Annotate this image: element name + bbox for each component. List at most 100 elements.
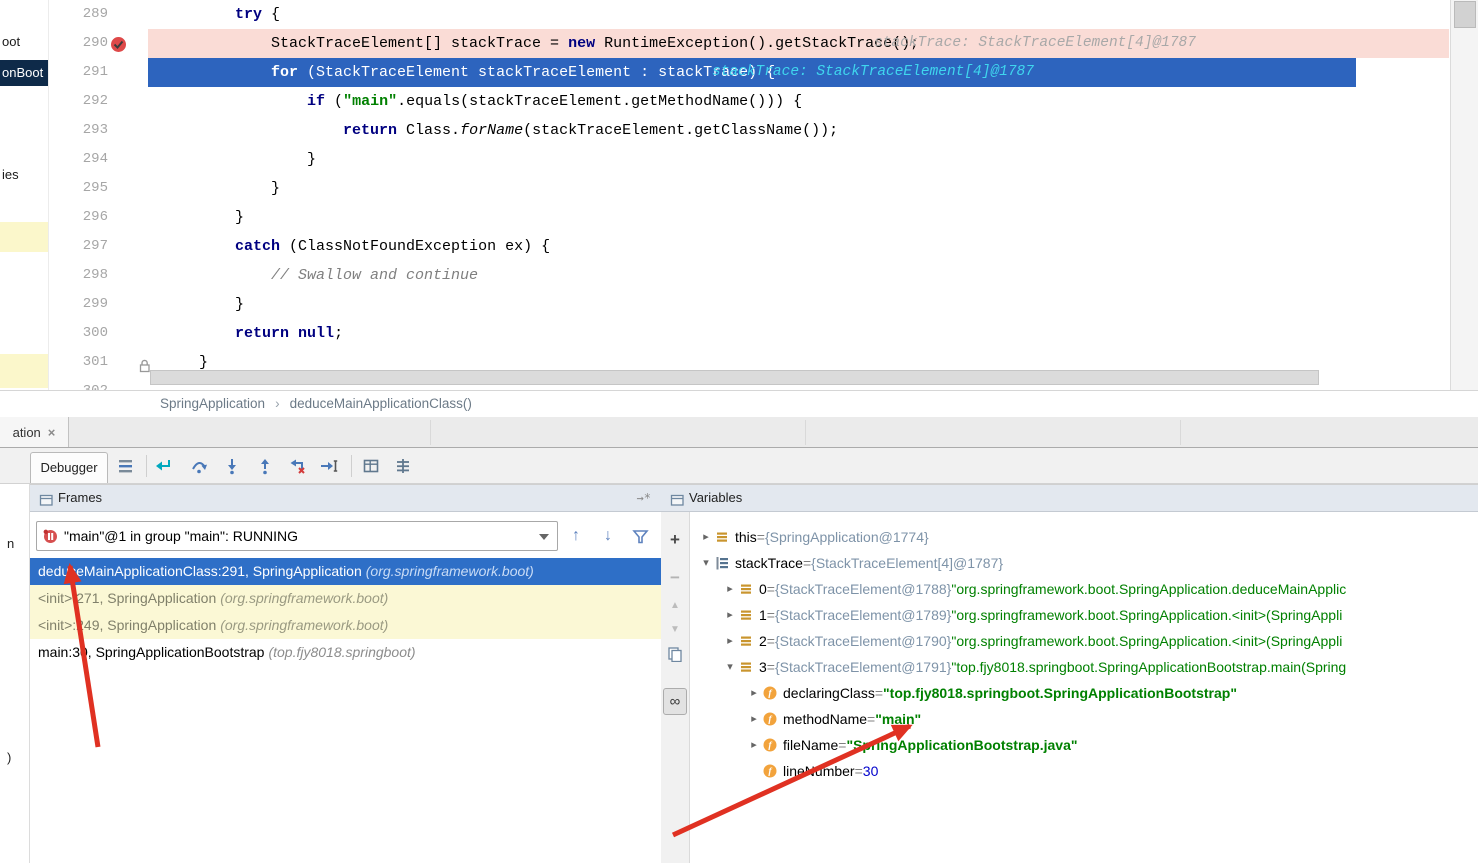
object-reference: {StackTraceElement@1789} xyxy=(775,602,951,628)
scrollbar-thumb[interactable] xyxy=(1454,1,1476,28)
equals-sign: = xyxy=(838,732,846,758)
variable-row-2[interactable]: ▸2 = {StackTraceElement@1790} "org.sprin… xyxy=(690,628,1478,654)
code-line-290[interactable]: 290 StackTraceElement[] stackTrace = new… xyxy=(0,29,1450,58)
code-line-293[interactable]: 293 return Class.forName(stackTraceEleme… xyxy=(0,116,1450,145)
close-icon[interactable]: × xyxy=(48,425,56,440)
variable-row-fileName[interactable]: ▸ffileName = "SpringApplicationBootstrap… xyxy=(690,732,1478,758)
add-watch-icon[interactable]: + xyxy=(661,530,689,550)
code-line-292[interactable]: 292 if ("main".equals(stackTraceElement.… xyxy=(0,87,1450,116)
stripe-label-partial[interactable]: n xyxy=(7,536,14,551)
variable-row-3[interactable]: ▾3 = {StackTraceElement@1791} "top.fjy80… xyxy=(690,654,1478,680)
chevron-right-icon[interactable]: ▸ xyxy=(746,732,762,758)
code-text[interactable]: } xyxy=(199,290,244,319)
tab-debugger[interactable]: Debugger xyxy=(30,452,108,483)
variable-row-declaringClass[interactable]: ▸fdeclaringClass = "top.fjy8018.springbo… xyxy=(690,680,1478,706)
code-text[interactable]: return null; xyxy=(199,319,343,348)
equals-sign: = xyxy=(767,654,775,680)
threads-view-icon[interactable] xyxy=(116,456,136,476)
variable-name: fileName xyxy=(783,732,838,758)
chevron-right-icon[interactable]: ▸ xyxy=(722,602,738,628)
variable-row-stackTrace[interactable]: ▾stackTrace = {StackTraceElement[4]@1787… xyxy=(690,550,1478,576)
move-up-icon[interactable]: ▲ xyxy=(661,600,689,611)
frame-row-0[interactable]: deduceMainApplicationClass:291, SpringAp… xyxy=(30,558,661,585)
code-line-291[interactable]: 291 for (StackTraceElement stackTraceEle… xyxy=(0,58,1450,87)
code-text[interactable]: return Class.forName(stackTraceElement.g… xyxy=(199,116,838,145)
code-text[interactable]: catch (ClassNotFoundException ex) { xyxy=(199,232,550,261)
chevron-right-icon[interactable]: ▸ xyxy=(722,628,738,654)
code-text[interactable]: try { xyxy=(199,0,280,29)
chevron-right-icon[interactable]: ▸ xyxy=(698,524,714,550)
project-tree-item-partial[interactable]: ies xyxy=(2,165,19,185)
watches-side-toolbar: + − ▲ ▼ ∞ xyxy=(661,512,690,863)
chevron-right-icon[interactable]: ▸ xyxy=(746,706,762,732)
string-value: "SpringApplicationBootstrap.java" xyxy=(846,732,1077,758)
code-text[interactable]: } xyxy=(199,174,280,203)
remove-watch-icon[interactable]: − xyxy=(661,568,689,588)
chevron-right-icon[interactable]: ▸ xyxy=(746,680,762,706)
value-icon xyxy=(738,633,754,649)
frame-row-1[interactable]: <init>:271, SpringApplication(org.spring… xyxy=(30,585,661,612)
chevron-down-icon[interactable]: ▾ xyxy=(722,654,738,680)
chevron-right-icon[interactable]: ▸ xyxy=(722,576,738,602)
chevron-down-icon[interactable] xyxy=(539,534,549,540)
divider xyxy=(1180,420,1181,445)
project-tree-item-selected[interactable]: onBoot xyxy=(0,60,48,86)
variable-row-methodName[interactable]: ▸fmethodName = "main" xyxy=(690,706,1478,732)
step-out-icon[interactable] xyxy=(255,456,275,476)
frame-package: (org.springframework.boot) xyxy=(366,563,534,579)
stripe-label-partial[interactable]: ) xyxy=(7,750,11,765)
variable-row-this[interactable]: ▸this = {SpringApplication@1774} xyxy=(690,524,1478,550)
editor-horizontal-scrollbar[interactable] xyxy=(150,370,1319,385)
code-editor[interactable]: 289 try {290 StackTraceElement[] stackTr… xyxy=(0,0,1450,390)
string-value: "top.fjy8018.springboot.SpringApplicatio… xyxy=(883,680,1237,706)
code-text[interactable]: } xyxy=(199,145,316,174)
frames-panel-options-icon[interactable]: →* xyxy=(637,485,651,511)
code-text[interactable]: for (StackTraceElement stackTraceElement… xyxy=(199,58,775,87)
code-text[interactable]: // Swallow and continue xyxy=(199,261,478,290)
step-over-icon[interactable] xyxy=(189,456,209,476)
highlighted-row xyxy=(0,222,48,252)
code-line-289[interactable]: 289 try { xyxy=(0,0,1450,29)
frame-row-2[interactable]: <init>:249, SpringApplication(org.spring… xyxy=(30,612,661,639)
show-execution-point-icon[interactable] xyxy=(153,456,173,476)
next-frame-icon[interactable]: ↓ xyxy=(596,524,620,548)
value-icon xyxy=(738,659,754,675)
code-text[interactable]: StackTraceElement[] stackTrace = new Run… xyxy=(199,29,919,58)
code-line-299[interactable]: 299 } xyxy=(0,290,1450,319)
variables-panel-title: Variables xyxy=(689,485,742,511)
tab-label: ation xyxy=(13,425,41,440)
breadcrumb-method[interactable]: deduceMainApplicationClass() xyxy=(290,396,472,411)
code-line-297[interactable]: 297 catch (ClassNotFoundException ex) { xyxy=(0,232,1450,261)
evaluate-in-loop-toggle[interactable]: ∞ xyxy=(663,688,687,715)
equals-sign: = xyxy=(875,680,883,706)
variable-row-1[interactable]: ▸1 = {StackTraceElement@1789} "org.sprin… xyxy=(690,602,1478,628)
tab-run-configuration-partial[interactable]: ation × xyxy=(0,417,69,447)
code-text[interactable]: } xyxy=(199,203,244,232)
breadcrumb: SpringApplication›deduceMainApplicationC… xyxy=(0,390,1478,417)
variable-row-lineNumber[interactable]: flineNumber = 30 xyxy=(690,758,1478,784)
thread-selector[interactable]: "main"@1 in group "main": RUNNING xyxy=(36,521,558,551)
code-line-294[interactable]: 294 } xyxy=(0,145,1450,174)
code-text[interactable]: if ("main".equals(stackTraceElement.getM… xyxy=(199,87,802,116)
previous-frame-icon[interactable]: ↑ xyxy=(564,524,588,548)
run-to-cursor-icon[interactable] xyxy=(319,456,339,476)
editor-vertical-scrollbar[interactable] xyxy=(1450,0,1478,390)
move-down-icon[interactable]: ▼ xyxy=(661,624,689,635)
variable-name: stackTrace xyxy=(735,550,803,576)
view-options-icon[interactable] xyxy=(393,456,413,476)
hide-frames-filter-icon[interactable] xyxy=(628,524,652,548)
evaluate-expression-icon[interactable] xyxy=(361,456,381,476)
code-line-298[interactable]: 298 // Swallow and continue xyxy=(0,261,1450,290)
variable-row-0[interactable]: ▸0 = {StackTraceElement@1788} "org.sprin… xyxy=(690,576,1478,602)
ide-debug-screen: 289 try {290 StackTraceElement[] stackTr… xyxy=(0,0,1478,863)
project-tree-item-partial[interactable]: oot xyxy=(2,32,20,52)
breadcrumb-class[interactable]: SpringApplication xyxy=(160,396,265,411)
duplicate-icon[interactable] xyxy=(661,646,689,667)
code-line-300[interactable]: 300 return null; xyxy=(0,319,1450,348)
chevron-down-icon[interactable]: ▾ xyxy=(698,550,714,576)
drop-frame-icon[interactable] xyxy=(287,456,307,476)
step-into-icon[interactable] xyxy=(222,456,242,476)
code-line-295[interactable]: 295 } xyxy=(0,174,1450,203)
frame-row-3[interactable]: main:30, SpringApplicationBootstrap(top.… xyxy=(30,639,661,666)
code-line-296[interactable]: 296 } xyxy=(0,203,1450,232)
